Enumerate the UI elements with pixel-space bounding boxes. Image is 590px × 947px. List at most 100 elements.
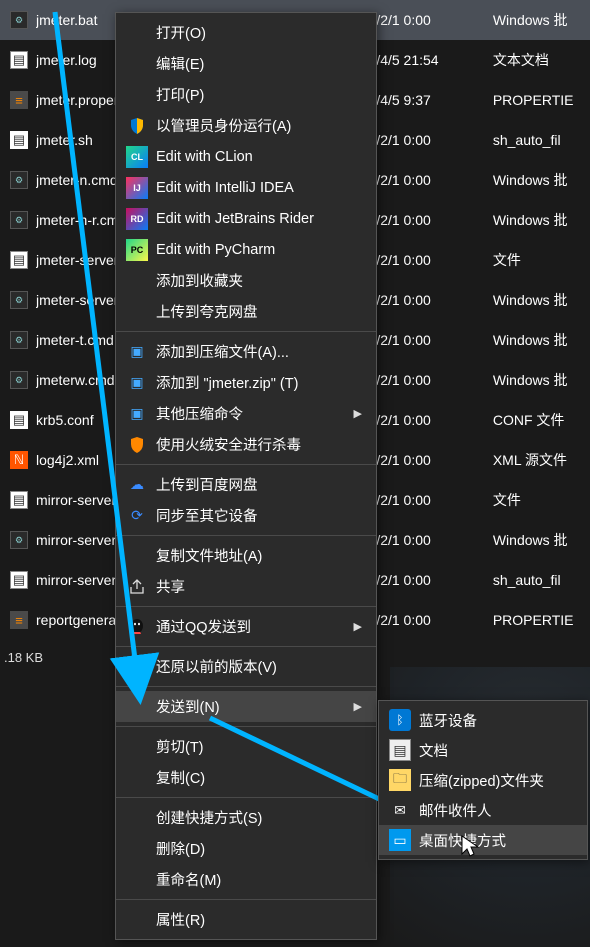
- status-bar: .18 KB: [0, 650, 43, 665]
- menu-zip-to[interactable]: ▣ 添加到 "jmeter.zip" (T): [116, 367, 376, 398]
- menu-label: 上传到百度网盘: [156, 474, 258, 495]
- sendto-zip[interactable]: 🗀压缩(zipped)文件夹: [379, 765, 587, 795]
- menu-create-shortcut[interactable]: 创建快捷方式(S): [116, 802, 376, 833]
- menu-label: Edit with CLion: [156, 149, 253, 165]
- blank-icon: [126, 869, 148, 891]
- menu-properties[interactable]: 属性(R): [116, 904, 376, 935]
- file-type: sh_auto_fil: [493, 132, 590, 148]
- file-type: 文件: [493, 250, 590, 270]
- file-icon: ℕ: [10, 451, 28, 469]
- menu-label: 重命名(M): [156, 869, 221, 890]
- menu-sync[interactable]: ⟳同步至其它设备: [116, 500, 376, 531]
- sendto-submenu: ᛒ 蓝牙设备 ▤ 文档 🗀压缩(zipped)文件夹 ✉ 邮件收件人 ▭桌面快捷方式: [378, 700, 588, 860]
- menu-label: 编辑(E): [156, 53, 204, 74]
- menu-share[interactable]: 共享: [116, 571, 376, 602]
- file-type: Windows 批: [493, 290, 590, 310]
- menu-label: 添加到压缩文件(A)...: [156, 341, 289, 362]
- menu-label: 其他压缩命令: [156, 403, 243, 424]
- file-icon: ⚙: [10, 291, 28, 309]
- file-type: PROPERTIE: [493, 92, 590, 108]
- separator: [116, 606, 376, 607]
- separator: [116, 646, 376, 647]
- menu-label: 打印(P): [156, 84, 204, 105]
- file-icon: ▤: [10, 571, 28, 589]
- menu-print[interactable]: 打印(P): [116, 79, 376, 110]
- menu-label: Edit with PyCharm: [156, 242, 275, 258]
- blank-icon: [126, 545, 148, 567]
- file-type: PROPERTIE: [493, 612, 590, 628]
- blank-icon: [126, 53, 148, 75]
- file-type: XML 源文件: [493, 450, 590, 470]
- file-type: Windows 批: [493, 210, 590, 230]
- menu-label: 以管理员身份运行(A): [156, 115, 291, 136]
- menu-qq-send[interactable]: 通过QQ发送到▶: [116, 611, 376, 642]
- blank-icon: [126, 696, 148, 718]
- mail-icon: ✉: [389, 799, 411, 821]
- shield-icon: [126, 115, 148, 137]
- menu-edit[interactable]: 编辑(E): [116, 48, 376, 79]
- zip-icon: ▣: [126, 403, 148, 425]
- menu-rider[interactable]: RDEdit with JetBrains Rider: [116, 203, 376, 234]
- menu-label: 剪切(T): [156, 736, 204, 757]
- rider-icon: RD: [126, 208, 148, 230]
- menu-label: 复制文件地址(A): [156, 545, 262, 566]
- file-icon: ▤: [10, 251, 28, 269]
- document-icon: ▤: [389, 739, 411, 761]
- menu-copy[interactable]: 复制(C): [116, 762, 376, 793]
- sendto-mail[interactable]: ✉ 邮件收件人: [379, 795, 587, 825]
- menu-send-to[interactable]: 发送到(N)▶: [116, 691, 376, 722]
- menu-delete[interactable]: 删除(D): [116, 833, 376, 864]
- menu-label: 创建快捷方式(S): [156, 807, 262, 828]
- menu-copy-path[interactable]: 复制文件地址(A): [116, 540, 376, 571]
- file-icon: ⚙: [10, 171, 28, 189]
- menu-cut[interactable]: 剪切(T): [116, 731, 376, 762]
- blank-icon: [126, 736, 148, 758]
- file-icon: ▤: [10, 51, 28, 69]
- menu-label: 邮件收件人: [419, 800, 492, 821]
- file-icon: ≡: [10, 91, 28, 109]
- menu-zip-add[interactable]: ▣ 添加到压缩文件(A)...: [116, 336, 376, 367]
- file-type: Windows 批: [493, 10, 590, 30]
- menu-label: 打开(O): [156, 22, 206, 43]
- menu-rename[interactable]: 重命名(M): [116, 864, 376, 895]
- menu-upload-quark[interactable]: 上传到夸克网盘: [116, 296, 376, 327]
- menu-label: 使用火绒安全进行杀毒: [156, 434, 301, 455]
- separator: [116, 686, 376, 687]
- sendto-bluetooth[interactable]: ᛒ 蓝牙设备: [379, 705, 587, 735]
- menu-label: 添加到 "jmeter.zip" (T): [156, 372, 298, 393]
- huorong-icon: [126, 434, 148, 456]
- zip-icon: ▣: [126, 372, 148, 394]
- menu-label: 属性(R): [156, 909, 205, 930]
- separator: [116, 899, 376, 900]
- qq-icon: [126, 616, 148, 638]
- menu-clion[interactable]: CL Edit with CLion: [116, 141, 376, 172]
- baidu-icon: ☁: [126, 474, 148, 496]
- menu-label: Edit with IntelliJ IDEA: [156, 180, 294, 196]
- menu-upload-baidu[interactable]: ☁ 上传到百度网盘: [116, 469, 376, 500]
- menu-pycharm[interactable]: PCEdit with PyCharm: [116, 234, 376, 265]
- menu-label: 复制(C): [156, 767, 205, 788]
- menu-label: 文档: [419, 740, 448, 761]
- sendto-documents[interactable]: ▤ 文档: [379, 735, 587, 765]
- menu-runas-admin[interactable]: 以管理员身份运行(A): [116, 110, 376, 141]
- menu-intellij[interactable]: IJEdit with IntelliJ IDEA: [116, 172, 376, 203]
- file-type: sh_auto_fil: [493, 572, 590, 588]
- share-icon: [126, 576, 148, 598]
- menu-restore-version[interactable]: 还原以前的版本(V): [116, 651, 376, 682]
- menu-label: 发送到(N): [156, 696, 220, 717]
- blank-icon: [126, 301, 148, 323]
- menu-open[interactable]: 打开(O): [116, 17, 376, 48]
- file-type: CONF 文件: [493, 410, 590, 430]
- sendto-desktop-shortcut[interactable]: ▭桌面快捷方式: [379, 825, 587, 855]
- context-menu: 打开(O) 编辑(E) 打印(P) 以管理员身份运行(A) CL Edit wit…: [115, 12, 377, 940]
- bluetooth-icon: ᛒ: [389, 709, 411, 731]
- menu-huorong-scan[interactable]: 使用火绒安全进行杀毒: [116, 429, 376, 460]
- blank-icon: [126, 22, 148, 44]
- menu-add-favorite[interactable]: 添加到收藏夹: [116, 265, 376, 296]
- zip-icon: ▣: [126, 341, 148, 363]
- menu-label: 桌面快捷方式: [419, 830, 506, 851]
- menu-label: 蓝牙设备: [419, 710, 477, 731]
- file-type: 文件: [493, 490, 590, 510]
- clion-icon: CL: [126, 146, 148, 168]
- menu-zip-other[interactable]: ▣其他压缩命令▶: [116, 398, 376, 429]
